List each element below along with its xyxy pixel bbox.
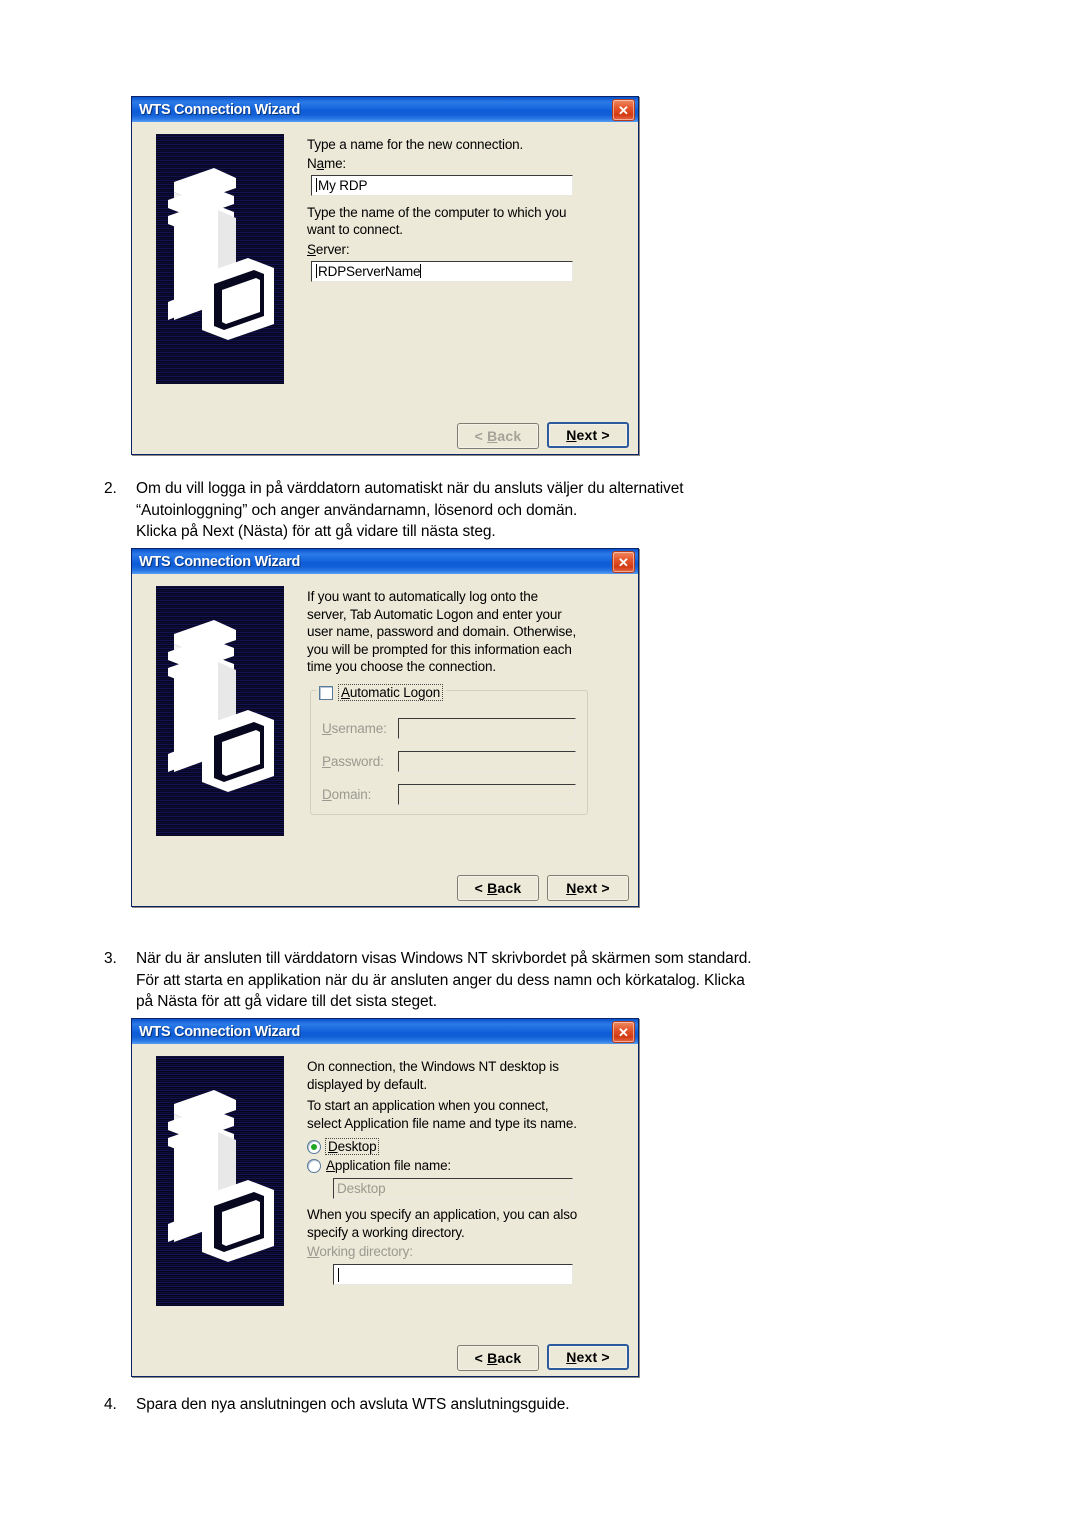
server-intro-text: Type the name of the computer to which y…	[307, 204, 567, 238]
doc-paragraph-lines: Om du vill logga in på värddatorn automa…	[136, 480, 684, 540]
username-input[interactable]	[398, 718, 576, 739]
server-input-value: RDPServerName	[318, 263, 421, 279]
close-icon[interactable]: ✕	[612, 551, 635, 573]
close-icon[interactable]: ✕	[612, 99, 635, 121]
username-row[interactable]: Username:	[322, 718, 582, 739]
doc-paragraph-number: 2.	[104, 480, 117, 497]
password-input[interactable]	[398, 751, 576, 772]
wts-connection-wizard-dialog-2[interactable]: WTS Connection Wizard ✕ If you want to a…	[131, 548, 639, 907]
text-caret	[316, 178, 317, 192]
text-caret-end	[420, 264, 422, 278]
server-field-label: Server:	[307, 241, 350, 257]
dialog-body: Type a name for the new connection. Name…	[132, 122, 638, 454]
desktop-radio-label[interactable]: Desktop	[325, 1138, 380, 1155]
close-icon[interactable]: ✕	[612, 1021, 635, 1043]
doc-paragraph-number: 4.	[104, 1396, 117, 1413]
dialog-body: On connection, the Windows NT desktop is…	[132, 1044, 638, 1376]
dialog-2-content: If you want to automatically log onto th…	[307, 588, 624, 676]
domain-label: Domain:	[322, 787, 372, 802]
window-title: WTS Connection Wizard	[139, 1023, 301, 1040]
back-button[interactable]: < Back	[457, 423, 539, 449]
titlebar[interactable]: WTS Connection Wizard ✕	[132, 549, 638, 574]
domain-input[interactable]	[398, 784, 576, 805]
working-directory-input[interactable]	[333, 1264, 573, 1285]
auto-logon-intro-text: If you want to automatically log onto th…	[307, 589, 577, 674]
wizard-banner-image	[156, 586, 284, 836]
back-button-label: < Back	[474, 880, 522, 896]
doc-paragraph-lines: När du är ansluten till värddatorn visas…	[136, 950, 752, 1010]
doc-paragraph-4: 4. Spara den nya anslutningen och avslut…	[104, 1394, 984, 1416]
titlebar[interactable]: WTS Connection Wizard ✕	[132, 1019, 638, 1044]
desktop-intro-text: On connection, the Windows NT desktop is…	[307, 1059, 559, 1092]
text-caret	[338, 1267, 339, 1282]
window-title: WTS Connection Wizard	[139, 553, 301, 570]
back-button[interactable]: < Back	[457, 875, 539, 901]
wizard-banner-image	[156, 1056, 284, 1306]
name-input-value: My RDP	[318, 177, 368, 193]
doc-paragraph-3: 3. När du är ansluten till värddatorn vi…	[104, 948, 1004, 1013]
password-row[interactable]: Password:	[322, 751, 582, 772]
titlebar[interactable]: WTS Connection Wizard ✕	[132, 97, 638, 122]
password-label: Password:	[322, 754, 384, 769]
text-caret	[316, 264, 317, 278]
application-file-label[interactable]: Application file name:	[326, 1158, 451, 1173]
working-directory-label: Working directory:	[307, 1244, 413, 1259]
application-file-radio[interactable]	[307, 1158, 321, 1173]
wts-connection-wizard-dialog-3[interactable]: WTS Connection Wizard ✕ On connection, t…	[131, 1018, 639, 1377]
wts-connection-wizard-dialog-1[interactable]: WTS Connection Wizard ✕ Type a name for …	[131, 96, 639, 455]
window-title: WTS Connection Wizard	[139, 101, 301, 118]
automatic-logon-checkbox[interactable]	[319, 685, 333, 700]
next-button-label: Next >	[566, 427, 610, 443]
next-button[interactable]: Next >	[547, 422, 629, 448]
dialog-3-content: On connection, the Windows NT desktop is…	[307, 1058, 624, 1285]
desktop-radio[interactable]	[307, 1139, 321, 1154]
application-file-value: Desktop	[337, 1181, 386, 1196]
dialog-1-content: Type a name for the new connection. Name…	[307, 136, 624, 282]
application-intro-text: To start an application when you connect…	[307, 1098, 577, 1131]
back-button-label: < Back	[474, 428, 522, 444]
application-radio-row[interactable]: Application file name:	[307, 1158, 624, 1173]
next-button-label: Next >	[566, 880, 610, 896]
working-directory-note: When you specify an application, you can…	[307, 1207, 578, 1240]
desktop-radio-row[interactable]: Desktop	[307, 1138, 624, 1155]
doc-paragraph-lines: Spara den nya anslutningen och avsluta W…	[136, 1396, 570, 1413]
name-field-label: Name:	[307, 155, 347, 171]
back-button-label: < Back	[474, 1350, 522, 1366]
wizard-banner-image	[156, 134, 284, 384]
automatic-logon-label[interactable]: Automatic Logon	[338, 684, 444, 701]
name-intro-text: Type a name for the new connection.	[307, 137, 524, 152]
name-input[interactable]: My RDP	[311, 174, 573, 196]
domain-row[interactable]: Domain:	[322, 784, 582, 805]
automatic-logon-checkbox-row[interactable]: Automatic Logon	[316, 684, 447, 701]
next-button[interactable]: Next >	[547, 875, 629, 901]
doc-paragraph-2: 2. Om du vill logga in på värddatorn aut…	[104, 478, 984, 543]
next-button[interactable]: Next >	[547, 1344, 629, 1370]
radio-dot	[311, 1143, 317, 1150]
doc-paragraph-number: 3.	[104, 950, 117, 967]
application-file-input[interactable]: Desktop	[333, 1178, 573, 1199]
back-button[interactable]: < Back	[457, 1345, 539, 1371]
server-input[interactable]: RDPServerName	[311, 260, 573, 282]
next-button-label: Next >	[566, 1349, 610, 1365]
dialog-body: If you want to automatically log onto th…	[132, 574, 638, 906]
username-label: Username:	[322, 721, 387, 736]
